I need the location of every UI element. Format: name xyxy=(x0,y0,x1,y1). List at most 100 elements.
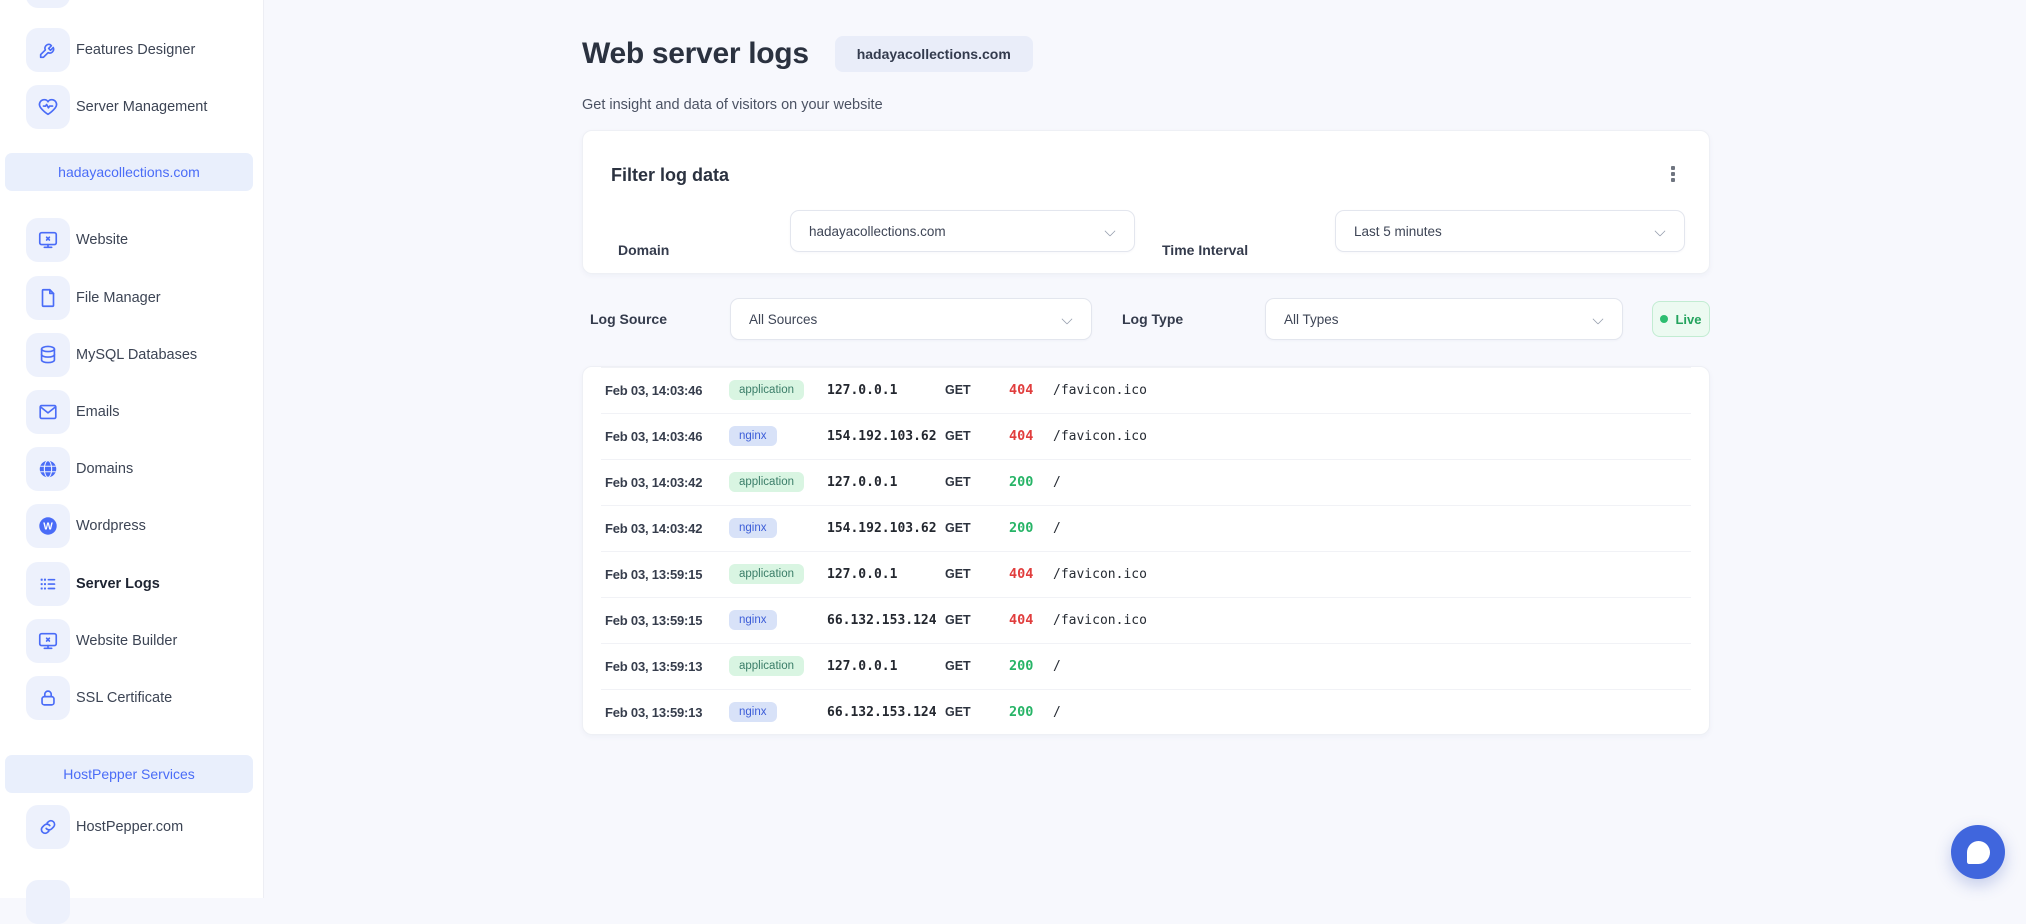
filter-card-title: Filter log data xyxy=(611,165,729,186)
kebab-menu-icon[interactable] xyxy=(1661,161,1685,187)
log-status-code: 200 xyxy=(1009,704,1053,720)
log-timestamp: Feb 03, 13:59:15 xyxy=(605,567,729,582)
time-interval-select-value: Last 5 minutes xyxy=(1354,224,1442,239)
log-request-path: / xyxy=(1053,475,1709,490)
log-http-method: GET xyxy=(945,521,1009,535)
sidebar-item-partial-bottom[interactable] xyxy=(0,880,264,924)
file-icon xyxy=(26,276,70,320)
unknown-icon xyxy=(26,880,70,924)
log-timestamp: Feb 03, 13:59:13 xyxy=(605,659,729,674)
sidebar-item-label: Wordpress xyxy=(76,518,146,534)
log-source-select[interactable]: All Sources xyxy=(730,298,1092,340)
sidebar-item-features-designer[interactable]: Features Designer xyxy=(0,28,264,72)
sidebar-item-partial-top[interactable] xyxy=(0,0,264,8)
log-request-path: /favicon.ico xyxy=(1053,429,1709,444)
log-source-badge: nginx xyxy=(729,702,777,722)
unknown-icon xyxy=(26,0,70,8)
sidebar-section-label: HostPepper Services xyxy=(63,766,195,782)
log-http-method: GET xyxy=(945,383,1009,397)
table-row: Feb 03, 13:59:15 nginx 66.132.153.124 GE… xyxy=(583,597,1709,643)
sidebar-item-website[interactable]: Website xyxy=(0,218,264,262)
table-row: Feb 03, 14:03:42 nginx 154.192.103.62 GE… xyxy=(583,505,1709,551)
page-header: Web server logs hadayacollections.com xyxy=(582,36,1033,72)
sidebar-item-wordpress[interactable]: W Wordpress xyxy=(0,504,264,548)
log-type-select-value: All Types xyxy=(1284,312,1339,327)
database-icon xyxy=(26,333,70,377)
log-ip-address: 127.0.0.1 xyxy=(827,659,945,674)
sidebar-item-server-logs[interactable]: Server Logs xyxy=(0,562,264,606)
sidebar-item-ssl-certificate[interactable]: SSL Certificate xyxy=(0,676,264,720)
domain-badge: hadayacollections.com xyxy=(835,36,1033,72)
sidebar-section-domain: hadayacollections.com xyxy=(5,153,253,191)
chevron-down-icon xyxy=(1061,313,1072,324)
time-interval-label: Time Interval xyxy=(1162,242,1248,258)
log-status-code: 200 xyxy=(1009,474,1053,490)
sidebar-item-label: Website Builder xyxy=(76,633,177,649)
sidebar-item-domains[interactable]: Domains xyxy=(0,447,264,491)
log-request-path: / xyxy=(1053,521,1709,536)
sidebar-item-website-builder[interactable]: Website Builder xyxy=(0,619,264,663)
chevron-down-icon xyxy=(1104,225,1115,236)
log-ip-address: 127.0.0.1 xyxy=(827,475,945,490)
log-ip-address: 154.192.103.62 xyxy=(827,429,945,444)
log-ip-address: 66.132.153.124 xyxy=(827,613,945,628)
log-timestamp: Feb 03, 14:03:46 xyxy=(605,429,729,444)
sidebar-item-label: SSL Certificate xyxy=(76,690,172,706)
chat-launcher-button[interactable] xyxy=(1951,825,2005,879)
sidebar-item-label: Server Management xyxy=(76,99,207,115)
live-status-badge: Live xyxy=(1652,301,1710,337)
log-timestamp: Feb 03, 13:59:15 xyxy=(605,613,729,628)
log-request-path: /favicon.ico xyxy=(1053,613,1709,628)
log-status-code: 404 xyxy=(1009,382,1053,398)
log-request-path: /favicon.ico xyxy=(1053,383,1709,398)
log-http-method: GET xyxy=(945,659,1009,673)
log-source-badge: application xyxy=(729,380,804,400)
wrench-icon xyxy=(26,28,70,72)
log-http-method: GET xyxy=(945,429,1009,443)
domain-select[interactable]: hadayacollections.com xyxy=(790,210,1135,252)
log-http-method: GET xyxy=(945,567,1009,581)
domain-label: Domain xyxy=(618,242,669,258)
sidebar-item-label: HostPepper.com xyxy=(76,819,183,835)
log-ip-address: 127.0.0.1 xyxy=(827,567,945,582)
heartbeat-icon xyxy=(26,85,70,129)
svg-text:W: W xyxy=(43,522,53,533)
log-source-badge: nginx xyxy=(729,518,777,538)
sidebar-item-label: Server Logs xyxy=(76,576,160,592)
log-table: Feb 03, 14:03:46 application 127.0.0.1 G… xyxy=(582,366,1710,735)
page-subtitle: Get insight and data of visitors on your… xyxy=(582,97,883,113)
table-row: Feb 03, 14:03:42 application 127.0.0.1 G… xyxy=(583,459,1709,505)
log-request-path: / xyxy=(1053,659,1709,674)
log-source-badge: application xyxy=(729,472,804,492)
log-ip-address: 154.192.103.62 xyxy=(827,521,945,536)
log-ip-address: 66.132.153.124 xyxy=(827,705,945,720)
log-timestamp: Feb 03, 14:03:42 xyxy=(605,475,729,490)
sidebar-item-label: Domains xyxy=(76,461,133,477)
sidebar-item-file-manager[interactable]: File Manager xyxy=(0,276,264,320)
lock-icon xyxy=(26,676,70,720)
sidebar-item-hostpepper[interactable]: HostPepper.com xyxy=(0,805,264,849)
monitor-icon xyxy=(26,619,70,663)
live-dot-icon xyxy=(1660,315,1668,323)
log-timestamp: Feb 03, 14:03:46 xyxy=(605,383,729,398)
monitor-icon xyxy=(26,218,70,262)
live-label: Live xyxy=(1675,312,1701,327)
log-status-code: 404 xyxy=(1009,566,1053,582)
mail-icon xyxy=(26,390,70,434)
log-timestamp: Feb 03, 14:03:42 xyxy=(605,521,729,536)
filter-card: Filter log data xyxy=(582,130,1710,274)
log-request-path: / xyxy=(1053,705,1709,720)
table-row: Feb 03, 13:59:13 application 127.0.0.1 G… xyxy=(583,643,1709,689)
chevron-down-icon xyxy=(1654,225,1665,236)
sidebar-item-emails[interactable]: Emails xyxy=(0,390,264,434)
log-http-method: GET xyxy=(945,613,1009,627)
log-source-badge: application xyxy=(729,564,804,584)
sidebar: Features Designer Server Management hada… xyxy=(0,0,264,898)
log-type-select[interactable]: All Types xyxy=(1265,298,1623,340)
sidebar-item-mysql-databases[interactable]: MySQL Databases xyxy=(0,333,264,377)
sidebar-item-server-management[interactable]: Server Management xyxy=(0,85,264,129)
time-interval-select[interactable]: Last 5 minutes xyxy=(1335,210,1685,252)
globe-icon xyxy=(26,447,70,491)
log-source-badge: nginx xyxy=(729,610,777,630)
log-http-method: GET xyxy=(945,705,1009,719)
